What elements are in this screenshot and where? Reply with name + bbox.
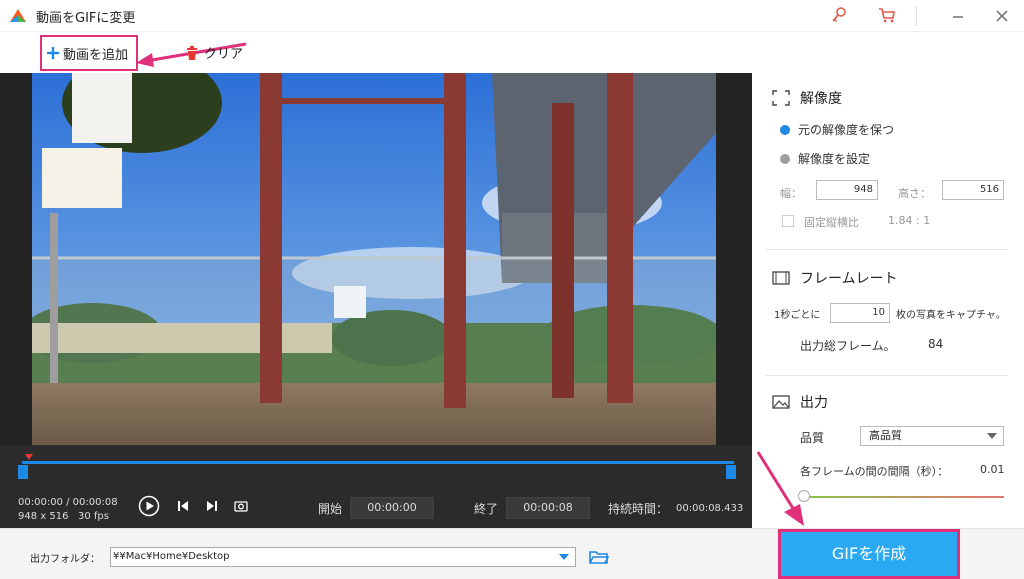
make-gif-button[interactable]: GIFを作成 [778, 529, 960, 579]
aspect-label: 固定縦横比 [804, 216, 859, 229]
width-label: 幅： [780, 187, 802, 200]
start-time-input[interactable]: 00:00:00 [350, 497, 434, 519]
image-icon [772, 395, 790, 409]
play-icon[interactable] [138, 495, 160, 517]
width-input[interactable]: 948 [816, 180, 878, 200]
time-readout: 00:00:00 / 00:00:08 [18, 497, 118, 508]
resolution-icon [772, 90, 790, 106]
height-label: 高さ： [898, 187, 931, 200]
cart-icon[interactable] [878, 6, 896, 24]
duration-value: 00:00:08.433 [676, 503, 744, 514]
clear-label: クリア [204, 47, 244, 62]
aspect-checkbox[interactable] [782, 215, 794, 227]
quality-select[interactable]: 高品質 [860, 426, 1004, 446]
capture-suffix: 枚の写真をキャプチャ。 [896, 310, 1006, 321]
output-title-text: 出力 [800, 395, 828, 411]
set-resolution-label: 解像度を設定 [798, 152, 871, 166]
resolution-readout: 948 x 516 30 fps [18, 511, 109, 522]
app-logo-icon [10, 9, 26, 22]
clear-button[interactable]: クリア [186, 43, 243, 62]
add-video-label: 動画を追加 [63, 47, 129, 63]
plus-icon [47, 47, 59, 59]
title-bar: 動画をGIFに変更 [0, 0, 1024, 32]
minimize-icon[interactable] [948, 6, 968, 26]
trash-icon [187, 45, 197, 60]
playhead-marker[interactable] [25, 454, 33, 460]
previous-frame-icon[interactable] [176, 499, 190, 513]
start-label: 開始 [318, 502, 343, 516]
video-resolution: 948 x 516 [18, 511, 69, 522]
folder-icon[interactable] [589, 549, 609, 565]
total-frames-value: 84 [928, 337, 944, 351]
output-path-value: ¥¥Mac¥Home¥Desktop [113, 551, 230, 562]
section-divider [766, 249, 1008, 250]
video-player: 00:00:00 / 00:00:08 948 x 516 30 fps 開始 … [0, 73, 752, 528]
height-input[interactable]: 516 [942, 180, 1004, 200]
keep-original-radio[interactable]: 元の解像度を保つ [780, 121, 894, 138]
video-preview [32, 73, 716, 445]
chevron-down-icon [559, 554, 569, 560]
interval-slider-track[interactable] [804, 496, 1004, 498]
trim-end-handle[interactable] [726, 465, 736, 479]
snapshot-icon[interactable] [234, 499, 248, 513]
quality-value: 高品質 [869, 429, 902, 442]
timeline: 00:00:00 / 00:00:08 948 x 516 30 fps 開始 … [0, 445, 752, 528]
framerate-input[interactable]: 10 [830, 303, 890, 323]
radio-unchecked-icon [780, 153, 790, 164]
annotation-arrow-icon [756, 451, 804, 526]
add-video-button[interactable]: 動画を追加 [40, 35, 138, 71]
duration-label: 持続時間： [608, 502, 669, 516]
toolbar: 動画を追加 クリア [0, 33, 1024, 73]
end-label: 終了 [474, 502, 499, 516]
time-separator: / [66, 497, 70, 508]
resolution-section-title: 解像度 [772, 88, 842, 108]
trim-start-handle[interactable] [18, 465, 28, 479]
chevron-down-icon [987, 433, 997, 439]
total-frames-label: 出力総フレーム。 [800, 339, 896, 353]
radio-checked-icon [780, 124, 790, 135]
per-second-label: 1秒ごとに [774, 310, 821, 321]
total-time: 00:00:08 [72, 497, 118, 508]
interval-value: 0.01 [980, 463, 1005, 476]
timeline-track[interactable] [22, 461, 734, 464]
video-fps: 30 fps [78, 511, 109, 522]
end-time-input[interactable]: 00:00:08 [506, 497, 590, 519]
aspect-value: 1.84 : 1 [888, 214, 931, 227]
titlebar-divider [916, 6, 917, 26]
section-divider [766, 375, 1008, 376]
output-path-select[interactable]: ¥¥Mac¥Home¥Desktop [110, 547, 576, 567]
bottom-bar: 出力フォルダ： ¥¥Mac¥Home¥Desktop GIFを作成 [0, 528, 1024, 579]
close-icon[interactable] [992, 6, 1012, 26]
resolution-title-text: 解像度 [800, 91, 842, 107]
current-time: 00:00:00 [18, 497, 63, 508]
set-resolution-radio[interactable]: 解像度を設定 [780, 150, 870, 167]
quality-label: 品質 [800, 431, 825, 445]
framerate-title-text: フレームレート [800, 271, 898, 287]
output-section-title: 出力 [772, 392, 828, 412]
film-icon [772, 271, 790, 285]
window-title: 動画をGIFに変更 [36, 11, 136, 26]
keep-original-label: 元の解像度を保つ [798, 123, 895, 137]
interval-label: 各フレームの間の間隔（秒）： [800, 465, 949, 478]
framerate-section-title: フレームレート [772, 268, 898, 288]
next-frame-icon[interactable] [205, 499, 219, 513]
key-icon[interactable] [830, 6, 848, 24]
output-folder-label: 出力フォルダ： [30, 554, 100, 565]
